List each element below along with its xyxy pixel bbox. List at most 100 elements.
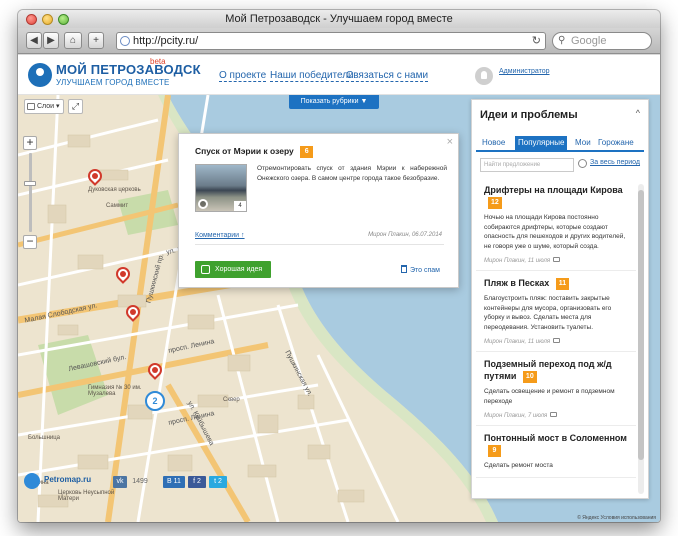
page: МОЙ ПЕТРОЗАВОДСК beta УЛУЧШАЕМ ГОРОД ВМЕ… xyxy=(18,55,660,522)
idea-title-text: Подземный переход под ж/д путями xyxy=(484,359,612,381)
map-label: Церковь Неусыпной Матери xyxy=(58,490,115,502)
list-item[interactable]: Подземный переход под ж/д путями 10 Сдел… xyxy=(476,352,636,426)
nav-about[interactable]: О проекте xyxy=(219,70,267,82)
search-icon: ⚲ xyxy=(558,35,566,46)
fullscreen-icon[interactable]: ⤢ xyxy=(68,99,83,114)
idea-title-text: Пляж в Песках xyxy=(484,278,550,288)
idea-description: Ночью на площади Кирова постоянно собира… xyxy=(484,214,626,250)
vk-share-button[interactable]: vk xyxy=(113,476,127,488)
zoom-window-button[interactable] xyxy=(58,14,69,25)
logo-icon[interactable] xyxy=(28,63,52,87)
map-cluster[interactable]: 2 xyxy=(145,391,165,411)
tab-popular[interactable]: Популярные xyxy=(515,136,568,150)
close-icon[interactable]: × xyxy=(447,136,453,148)
map-label: Саммит xyxy=(106,203,129,209)
browser-window: Мой Петрозаводск - Улучшаем город вместе… xyxy=(18,10,660,522)
scrollbar-thumb[interactable] xyxy=(638,190,644,460)
popup-title-text: Спуск от Мэрии к озеру xyxy=(195,146,294,156)
idea-title[interactable]: Понтонный мост в Соломенном 9 xyxy=(484,432,630,457)
minimize-window-button[interactable] xyxy=(42,14,53,25)
map-label: Сквер xyxy=(223,397,240,403)
layers-button[interactable]: Слои ▾ xyxy=(24,99,64,114)
vote-badge: 11 xyxy=(555,278,570,290)
spam-button[interactable]: Это спам xyxy=(401,265,440,274)
list-item[interactable]: Понтонный мост в Соломенном 9 Сделать ре… xyxy=(476,426,636,478)
logo-subtitle: УЛУЧШАЕМ ГОРОД ВМЕСТЕ xyxy=(56,78,170,87)
chevron-up-icon[interactable]: ^ xyxy=(636,108,640,118)
ideas-search-input[interactable]: Найти предложение xyxy=(480,158,574,172)
vote-badge: 10 xyxy=(522,371,537,383)
browser-search-input[interactable]: ⚲ Google xyxy=(552,32,652,50)
tab-citizens[interactable]: Горожане xyxy=(598,136,634,150)
petromap-logo-icon xyxy=(24,473,40,489)
beta-badge: beta xyxy=(150,57,166,66)
spam-label: Это спам xyxy=(410,267,440,274)
admin-link[interactable]: Администратор xyxy=(499,68,550,75)
idea-title[interactable]: Дрифтеры на площади Кирова 12 xyxy=(484,184,630,209)
map-marker[interactable] xyxy=(85,166,105,187)
zoom-in-button[interactable]: + xyxy=(23,136,37,150)
idea-title-text: Дрифтеры на площади Кирова xyxy=(484,185,623,195)
idea-title[interactable]: Подземный переход под ж/д путями 10 xyxy=(484,358,630,383)
camera-icon xyxy=(553,338,561,343)
idea-meta-text: Мирон Плакин, 7 июля xyxy=(484,413,548,419)
tab-new[interactable]: Новое xyxy=(482,136,505,150)
chevron-down-icon: ▼ xyxy=(360,98,368,105)
idea-description: Благоустроить пляж: поставить закрытые к… xyxy=(484,295,612,331)
window-titlebar: Мой Петрозаводск - Улучшаем город вместе xyxy=(18,10,660,28)
sidebar-scrollbar[interactable] xyxy=(638,184,644,494)
divider xyxy=(195,244,444,245)
zoom-photo-icon[interactable] xyxy=(198,199,208,209)
popup-author-date: Мирон Плакин, 06.07.2014 xyxy=(368,232,442,238)
close-window-button[interactable] xyxy=(26,14,37,25)
map-copyright[interactable]: © Яндекс Условия использования xyxy=(577,515,656,521)
forward-button[interactable]: ▶ xyxy=(43,32,59,49)
facebook-share-button[interactable]: f 2 xyxy=(188,476,206,488)
trash-icon xyxy=(401,265,407,273)
zoom-out-button[interactable]: − xyxy=(23,235,37,249)
petromap-label: Petromap.ru xyxy=(44,475,92,484)
good-idea-button[interactable]: Хорошая идея xyxy=(195,261,271,278)
map[interactable]: Показать рубрики ▼ Слои ▾ ⤢ + − Дуковска… xyxy=(18,95,660,522)
avatar[interactable] xyxy=(475,67,493,85)
idea-title[interactable]: Пляж в Песках 11 xyxy=(484,277,630,290)
reload-icon[interactable]: ↻ xyxy=(532,33,541,49)
browser-search-placeholder: Google xyxy=(571,35,607,47)
url-text: http://pcity.ru/ xyxy=(133,35,199,47)
twitter-share-button[interactable]: t 2 xyxy=(209,476,227,488)
address-bar[interactable]: http://pcity.ru/ ↻ xyxy=(116,32,546,50)
show-rubrics-button[interactable]: Показать рубрики ▼ xyxy=(289,95,379,109)
idea-meta: Мирон Плакин, 7 июля xyxy=(484,412,630,419)
home-icon[interactable]: ⌂ xyxy=(64,32,82,49)
search-icon[interactable] xyxy=(578,159,587,168)
tab-underline xyxy=(476,150,644,152)
globe-icon xyxy=(120,36,130,46)
period-link[interactable]: За весь период xyxy=(590,159,640,166)
popup-photo[interactable]: 4 xyxy=(195,164,247,212)
list-item[interactable]: Пляж в Песках 11 Благоустроить пляж: пос… xyxy=(476,271,636,352)
add-bookmark-button[interactable]: + xyxy=(88,32,104,49)
map-marker[interactable] xyxy=(123,302,143,323)
nav-contact[interactable]: Связаться с нами xyxy=(346,70,429,82)
map-marker-selected[interactable] xyxy=(145,360,165,381)
tab-mine[interactable]: Мои xyxy=(575,136,591,150)
vote-badge: 12 xyxy=(488,197,502,209)
logo-title[interactable]: МОЙ ПЕТРОЗАВОДСК xyxy=(56,62,201,77)
list-item[interactable]: Дрифтеры на площади Кирова 12 Ночью на п… xyxy=(476,178,636,271)
back-button[interactable]: ◀ xyxy=(26,32,42,49)
b-count: 11 xyxy=(173,478,181,485)
zoom-slider-thumb[interactable] xyxy=(24,181,36,186)
zoom-slider[interactable] xyxy=(29,153,32,232)
idea-title-text: Понтонный мост в Соломенном xyxy=(484,433,627,443)
b-share-button[interactable]: B 11 xyxy=(163,476,185,488)
idea-meta-text: Мирон Плакин, 11 июля xyxy=(484,339,551,345)
good-idea-label: Хорошая идея xyxy=(215,266,263,273)
ideas-sidebar: Идеи и проблемы ^ Новое Популярные Мои Г… xyxy=(471,99,649,499)
facebook-count: 2 xyxy=(196,478,201,485)
idea-popup: × Спуск от Мэрии к озеру 6 4 Отремонтиро… xyxy=(178,133,459,288)
nav-winners[interactable]: Наши победители xyxy=(270,70,354,82)
map-marker[interactable] xyxy=(113,264,133,285)
vk-count: 1499 xyxy=(132,478,148,485)
b-share-icon: B xyxy=(167,478,174,485)
comments-link[interactable]: Комментарии ↑ xyxy=(195,232,245,239)
